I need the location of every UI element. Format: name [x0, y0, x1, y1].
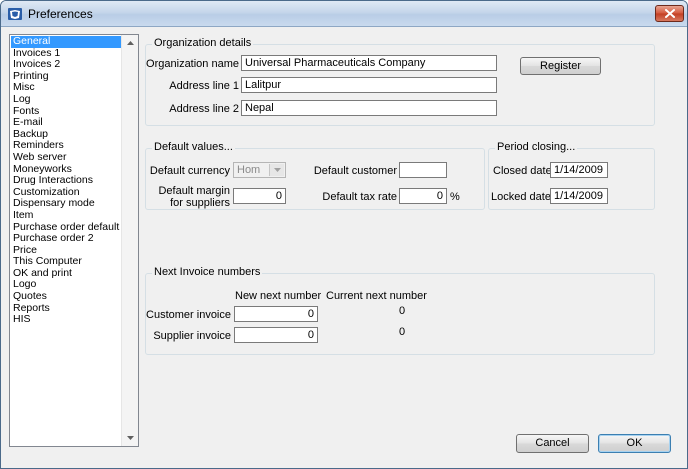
close-button[interactable] — [655, 5, 684, 22]
title-bar[interactable]: Preferences — [1, 1, 687, 27]
default-margin-label-line2: for suppliers — [170, 197, 230, 209]
default-customer-label: Default customer — [313, 165, 397, 177]
tax-rate-unit: % — [450, 191, 460, 203]
chevron-down-icon — [126, 436, 134, 440]
dialog-client: General Invoices 1 Invoices 2 Printing Misc L… — [5, 29, 683, 466]
category-list-items: General Invoices 1 Invoices 2 Printing Misc L… — [11, 35, 122, 326]
next-invoice-numbers-label: Next Invoice numbers — [152, 266, 263, 278]
customer-invoice-new-input[interactable] — [234, 306, 318, 322]
customer-invoice-current-value: 0 — [398, 305, 406, 317]
default-margin-input[interactable] — [233, 188, 286, 204]
address-line-1-label: Address line 1 — [169, 80, 239, 92]
cancel-button[interactable]: Cancel — [516, 434, 589, 453]
window-title: Preferences — [28, 7, 93, 21]
category-item[interactable]: General — [11, 35, 122, 48]
currency-dropdown-button[interactable] — [269, 164, 284, 176]
default-currency-label: Default currency — [149, 165, 230, 177]
category-item[interactable]: Drug Interactions — [11, 175, 122, 187]
scroll-up-button[interactable] — [122, 36, 138, 50]
category-item[interactable]: Purchase order 2 — [11, 232, 122, 245]
default-tax-rate-input[interactable] — [399, 188, 447, 204]
scroll-down-button[interactable] — [122, 431, 138, 445]
chevron-up-icon — [126, 41, 134, 45]
chevron-down-icon — [273, 168, 281, 172]
category-item[interactable]: HIS — [11, 314, 122, 326]
new-next-number-header: New next number — [235, 290, 322, 302]
supplier-invoice-new-input[interactable] — [234, 327, 318, 343]
period-closing-label: Period closing... — [495, 141, 578, 153]
default-currency-combo[interactable]: Hom — [233, 162, 286, 178]
category-item[interactable]: Item — [11, 209, 122, 222]
default-customer-input[interactable] — [399, 162, 447, 178]
category-item[interactable]: Log — [11, 93, 122, 106]
address-line-1-input[interactable] — [241, 77, 497, 93]
organization-name-input[interactable] — [241, 55, 497, 71]
close-icon — [664, 9, 675, 18]
category-item[interactable]: Quotes — [11, 290, 122, 303]
organization-details-label: Organization details — [152, 37, 254, 49]
locked-date-input[interactable] — [550, 188, 608, 204]
closed-date-input[interactable] — [550, 162, 608, 178]
default-values-label: Default values... — [152, 141, 235, 153]
category-list[interactable]: General Invoices 1 Invoices 2 Printing Misc L… — [9, 34, 139, 447]
address-line-2-input[interactable] — [241, 100, 497, 116]
default-currency-value: Hom — [237, 164, 261, 176]
category-item[interactable]: Web server — [11, 151, 122, 164]
default-tax-rate-label: Default tax rate — [322, 191, 397, 203]
supplier-invoice-label: Supplier invoice — [153, 330, 231, 342]
category-scrollbar[interactable] — [121, 35, 138, 446]
category-item[interactable]: E-mail — [11, 117, 122, 129]
supplier-invoice-current-value: 0 — [398, 326, 406, 338]
current-next-number-header: Current next number — [326, 290, 427, 302]
locked-date-label: Locked date — [491, 191, 551, 203]
default-margin-label-line1: Default margin — [158, 185, 230, 197]
address-line-2-label: Address line 2 — [169, 103, 239, 115]
register-button[interactable]: Register — [520, 57, 601, 75]
closed-date-label: Closed date — [493, 165, 552, 177]
organization-name-label: Organization name — [146, 58, 239, 70]
preferences-window: Preferences General Invoices 1 Invoices 2P… — [0, 0, 688, 469]
ok-button[interactable]: OK — [598, 434, 671, 453]
customer-invoice-label: Customer invoice — [146, 309, 231, 321]
app-icon — [7, 6, 23, 22]
